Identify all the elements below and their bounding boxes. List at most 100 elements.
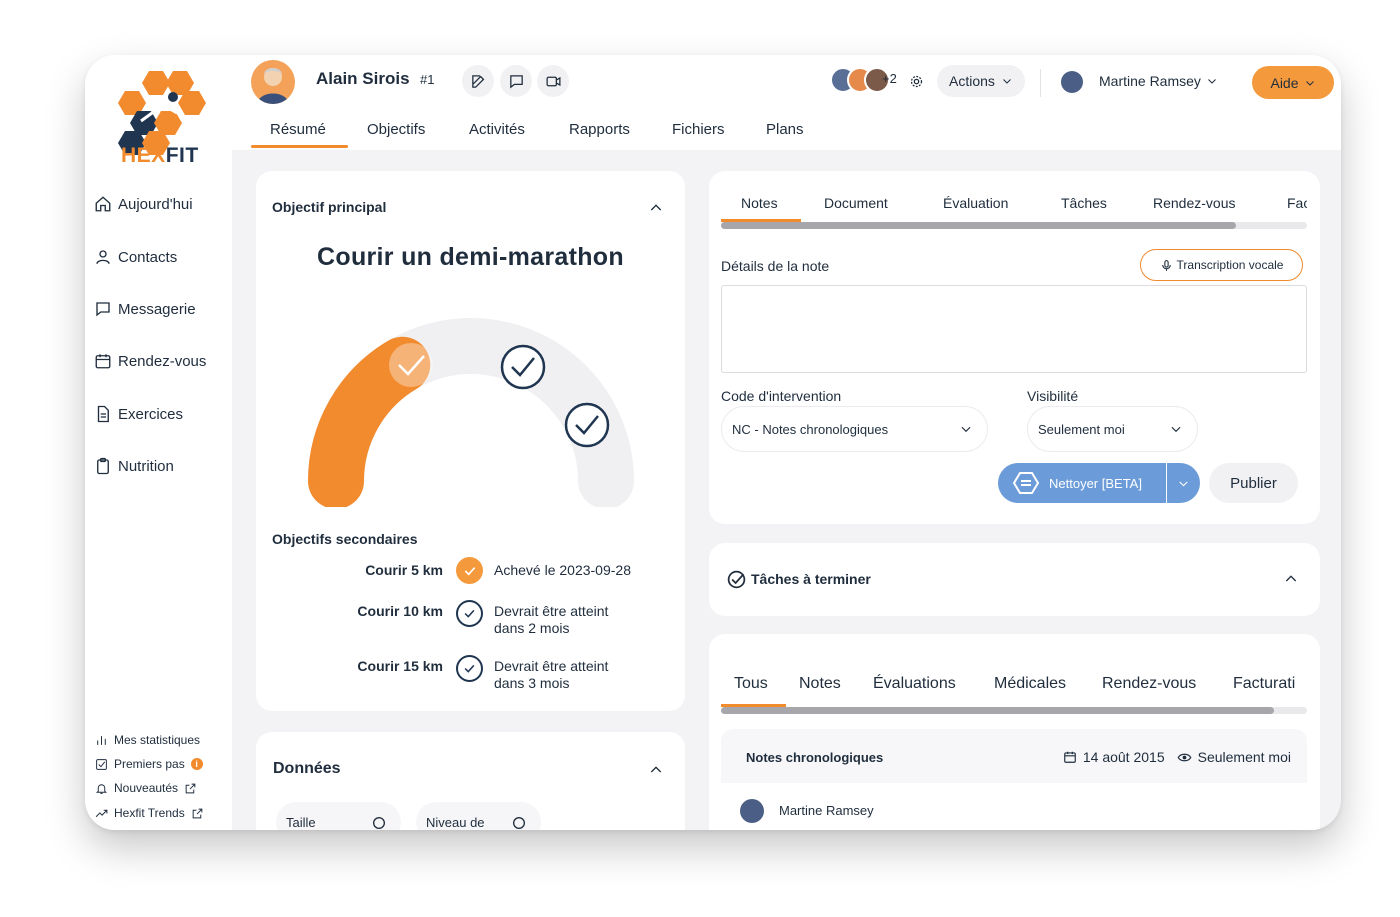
chevron-down-icon xyxy=(1003,79,1011,84)
actions-menu-button[interactable]: Actions xyxy=(937,65,1025,97)
tab-notes[interactable]: Notes xyxy=(741,195,778,211)
checkbox-icon xyxy=(96,758,107,770)
tab-files[interactable]: Fichiers xyxy=(672,121,725,138)
tab-evaluations[interactable]: Évaluations xyxy=(873,675,956,693)
sidebar-item-today[interactable]: Aujourd'hui xyxy=(94,195,193,213)
field-label: Niveau de xyxy=(426,815,485,830)
search-icon xyxy=(513,817,525,829)
video-call-button[interactable] xyxy=(537,65,569,97)
secondary-goal-status: Achevé le 2023-09-28 xyxy=(494,562,631,578)
video-camera-icon xyxy=(545,76,561,86)
sidebar-item-label: Contacts xyxy=(118,248,178,266)
status-line: Devrait être atteint xyxy=(494,658,609,674)
team-avatars[interactable] xyxy=(830,67,890,93)
sidebar-item-label: Nutrition xyxy=(118,457,174,475)
sidebar-item-exercises[interactable]: Exercices xyxy=(94,405,183,423)
note-details-textarea[interactable] xyxy=(721,285,1307,373)
card-title: Tâches à terminer xyxy=(751,571,871,587)
tab-medical[interactable]: Médicales xyxy=(994,675,1066,693)
voice-button-label: Transcription vocale xyxy=(1176,258,1284,272)
tab-appointments[interactable]: Rendez-vous xyxy=(1102,675,1196,693)
sidebar-link-trends[interactable]: Hexfit Trends xyxy=(95,806,204,820)
bar-chart-icon xyxy=(97,735,106,745)
data-field-level[interactable]: Niveau de xyxy=(416,802,541,830)
tab-all[interactable]: Tous xyxy=(734,675,768,693)
publish-button[interactable]: Publier xyxy=(1209,463,1298,503)
gear-icon[interactable] xyxy=(909,74,924,89)
actions-label: Actions xyxy=(949,73,995,89)
tab-activities[interactable]: Activités xyxy=(469,121,525,138)
tab-plans[interactable]: Plans xyxy=(766,121,804,138)
secondary-goal-name: Courir 5 km xyxy=(365,562,443,578)
current-user-avatar[interactable] xyxy=(1061,71,1083,93)
history-entry[interactable]: Notes chronologiques 14 août 2015 Seulem… xyxy=(721,729,1307,830)
visibility-label: Visibilité xyxy=(1027,388,1079,404)
sidebar-link-stats[interactable]: Mes statistiques xyxy=(95,733,200,747)
intervention-code-select[interactable]: NC - Notes chronologiques xyxy=(721,406,988,452)
client-avatar[interactable] xyxy=(251,60,295,104)
gauge-progress-fill xyxy=(308,336,431,507)
chevron-down-icon xyxy=(961,426,971,433)
visibility-select[interactable]: Seulement moi xyxy=(1027,406,1198,452)
tab-notes[interactable]: Notes xyxy=(799,675,841,693)
clean-options-button[interactable] xyxy=(1166,463,1200,503)
scrollbar-thumb[interactable] xyxy=(721,222,1236,229)
tab-reports[interactable]: Rapports xyxy=(569,121,630,138)
active-tab-indicator xyxy=(721,704,786,707)
tab-document[interactable]: Document xyxy=(824,195,888,211)
tab-appointments[interactable]: Rendez-vous xyxy=(1153,195,1236,211)
tabs-scrollbar[interactable] xyxy=(721,222,1307,229)
sidebar-link-label: Mes statistiques xyxy=(114,733,201,747)
app-window: HEXFIT Aujourd'hui Contacts Messagerie R… xyxy=(85,55,1341,830)
user-menu[interactable]: Martine Ramsey xyxy=(1099,73,1218,89)
clean-beta-button[interactable]: Nettoyer [BETA] xyxy=(998,463,1166,503)
voice-transcription-button[interactable]: Transcription vocale xyxy=(1140,249,1303,281)
help-button[interactable]: Aide xyxy=(1252,66,1334,99)
entry-title: Notes chronologiques xyxy=(746,750,884,765)
entry-visibility: Seulement moi xyxy=(1197,749,1291,765)
sidebar-link-label: Nouveautés xyxy=(114,781,179,795)
tabs-scrollbar[interactable] xyxy=(721,707,1307,714)
entry-body: Martine Ramsey xyxy=(721,783,1307,830)
edit-icon xyxy=(471,74,484,88)
chevron-down-icon xyxy=(1305,80,1314,86)
external-link-icon xyxy=(192,808,203,818)
tab-evaluation[interactable]: Évaluation xyxy=(943,195,1008,211)
tab-billing[interactable]: Fac xyxy=(1287,195,1307,211)
message-client-button[interactable] xyxy=(500,65,532,97)
chevron-up-icon[interactable] xyxy=(648,200,664,216)
entry-date: 14 août 2015 xyxy=(1082,749,1165,765)
chevron-up-icon[interactable] xyxy=(648,762,664,778)
sidebar-item-appointments[interactable]: Rendez-vous xyxy=(94,352,206,370)
tab-billing[interactable]: Facturati xyxy=(1233,675,1309,693)
clean-button-label: Nettoyer [BETA] xyxy=(1049,475,1142,491)
user-name: Martine Ramsey xyxy=(1099,73,1201,89)
sidebar-item-contacts[interactable]: Contacts xyxy=(94,248,177,266)
brand-name: HEXFIT xyxy=(121,144,199,168)
sidebar-item-label: Rendez-vous xyxy=(118,352,207,370)
entry-meta: 14 août 2015 Seulement moi xyxy=(1063,749,1291,765)
tab-summary[interactable]: Résumé xyxy=(270,121,326,138)
sidebar-link-getting-started[interactable]: Premiers pas i xyxy=(95,757,203,771)
data-field-height[interactable]: Taille xyxy=(276,802,401,830)
note-details-label: Détails de la note xyxy=(721,258,830,274)
home-icon xyxy=(95,196,111,212)
sidebar-link-label: Premiers pas xyxy=(114,757,185,771)
sidebar-item-nutrition[interactable]: Nutrition xyxy=(94,457,174,475)
tab-tasks[interactable]: Tâches xyxy=(1061,195,1107,211)
active-tab-indicator xyxy=(721,219,801,222)
sidebar-item-label: Aujourd'hui xyxy=(118,195,193,213)
edit-client-button[interactable] xyxy=(462,65,494,97)
chevron-up-icon[interactable] xyxy=(1283,571,1299,587)
help-label: Aide xyxy=(1270,74,1299,91)
scrollbar-thumb[interactable] xyxy=(721,707,1274,714)
sidebar-item-messages[interactable]: Messagerie xyxy=(94,300,196,318)
client-name: Alain Sirois xyxy=(316,69,410,88)
person-avatar-icon xyxy=(257,68,289,104)
top-bar: Alain Sirois #1 +2 Actions Martine Ramse… xyxy=(232,55,1341,150)
chevron-down-icon xyxy=(1179,480,1188,486)
sidebar-link-news[interactable]: Nouveautés xyxy=(95,781,197,795)
milestone-check-icon xyxy=(389,343,433,387)
secondary-goal-status: Devrait être atteint dans 2 mois xyxy=(494,603,608,637)
tab-goals[interactable]: Objectifs xyxy=(367,121,425,138)
